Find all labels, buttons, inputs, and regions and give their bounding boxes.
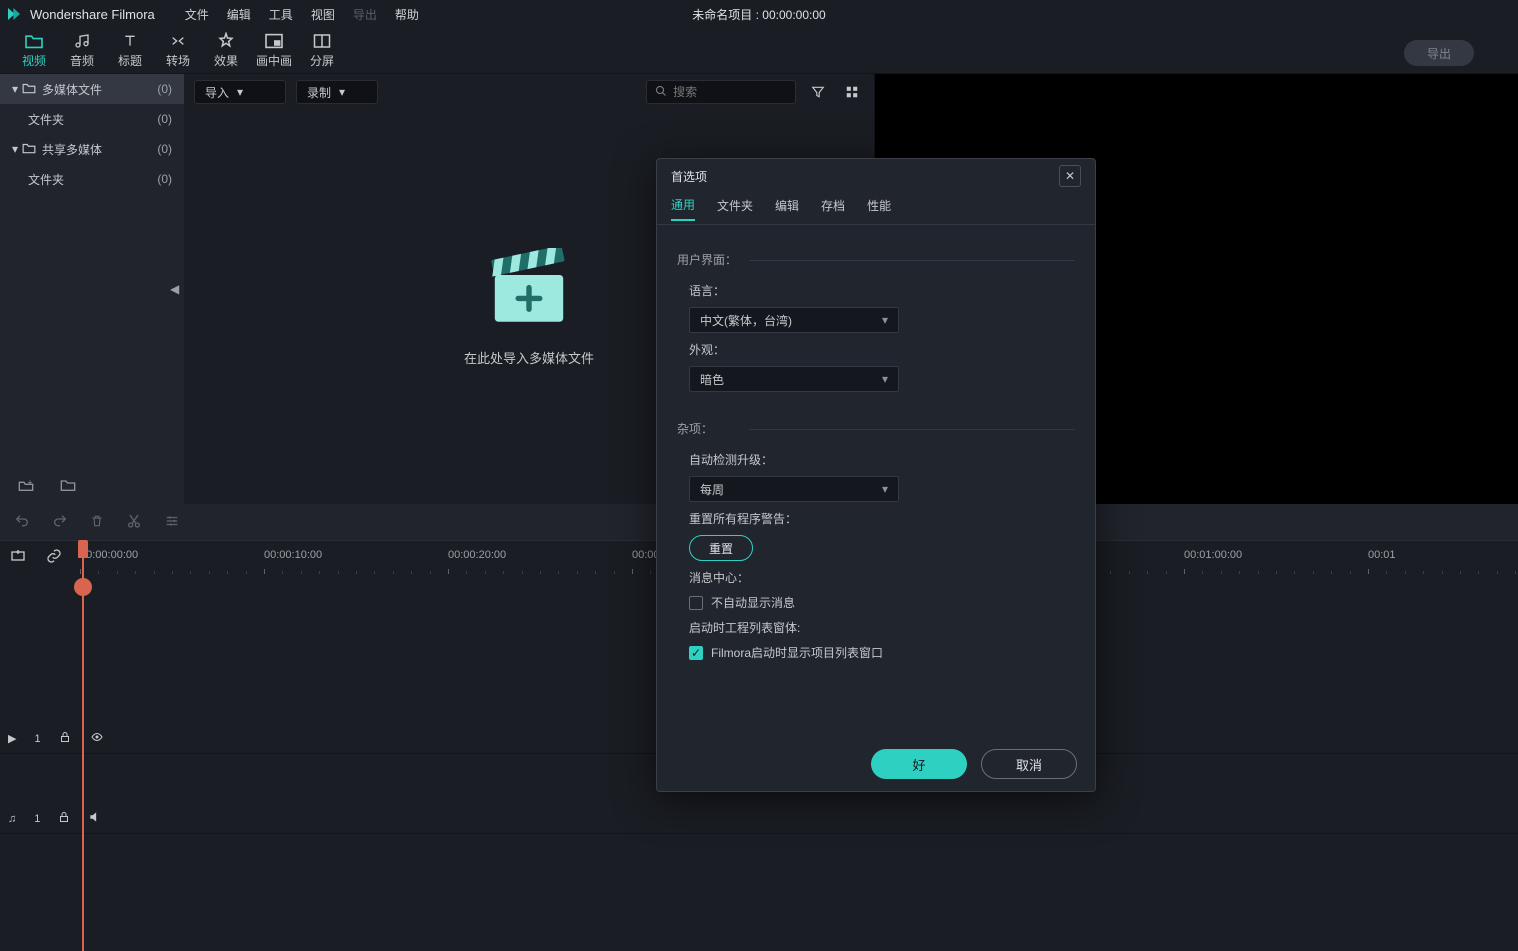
pref-tab-0[interactable]: 通用: [671, 196, 695, 221]
ok-button[interactable]: 好: [871, 749, 967, 779]
appearance-label: 外观：: [689, 341, 1075, 358]
dialog-tabs: 通用文件夹编辑存档性能: [657, 193, 1095, 225]
dialog-footer: 好 取消: [657, 737, 1095, 791]
pref-tab-1[interactable]: 文件夹: [717, 197, 753, 220]
section-misc-heading: 杂项：: [677, 420, 1075, 437]
msgcenter-checkbox-row[interactable]: 不自动显示消息: [689, 594, 1075, 611]
modal-overlay: 首选项 ✕ 通用文件夹编辑存档性能 用户界面： 语言： 中文(繁体，台湾)▾ 外…: [0, 0, 1518, 951]
pref-tab-3[interactable]: 存档: [821, 197, 845, 220]
pref-tab-2[interactable]: 编辑: [775, 197, 799, 220]
appearance-select[interactable]: 暗色▾: [689, 366, 899, 392]
startup-label: 启动时工程列表窗体:: [689, 619, 1075, 636]
msgcenter-label: 消息中心：: [689, 569, 1075, 586]
close-icon[interactable]: ✕: [1059, 165, 1081, 187]
auto-update-label: 自动检测升级：: [689, 451, 1075, 468]
preferences-dialog: 首选项 ✕ 通用文件夹编辑存档性能 用户界面： 语言： 中文(繁体，台湾)▾ 外…: [656, 158, 1096, 792]
reset-button[interactable]: 重置: [689, 535, 753, 561]
startup-checkbox-label: Filmora启动时显示项目列表窗口: [711, 644, 883, 661]
dialog-titlebar: 首选项 ✕: [657, 159, 1095, 193]
reset-warnings-label: 重置所有程序警告：: [689, 510, 1075, 527]
msgcenter-checkbox-label: 不自动显示消息: [711, 594, 795, 611]
section-ui-heading: 用户界面：: [677, 251, 1075, 268]
dialog-title: 首选项: [671, 168, 1059, 185]
pref-tab-4[interactable]: 性能: [867, 197, 891, 220]
checkbox-checked-icon: ✓: [689, 646, 703, 660]
language-select[interactable]: 中文(繁体，台湾)▾: [689, 307, 899, 333]
language-label: 语言：: [689, 282, 1075, 299]
auto-update-select[interactable]: 每周▾: [689, 476, 899, 502]
dialog-body: 用户界面： 语言： 中文(繁体，台湾)▾ 外观： 暗色▾ 杂项： 自动检测升级：…: [657, 225, 1095, 737]
cancel-button[interactable]: 取消: [981, 749, 1077, 779]
checkbox-icon: [689, 596, 703, 610]
startup-checkbox-row[interactable]: ✓ Filmora启动时显示项目列表窗口: [689, 644, 1075, 661]
